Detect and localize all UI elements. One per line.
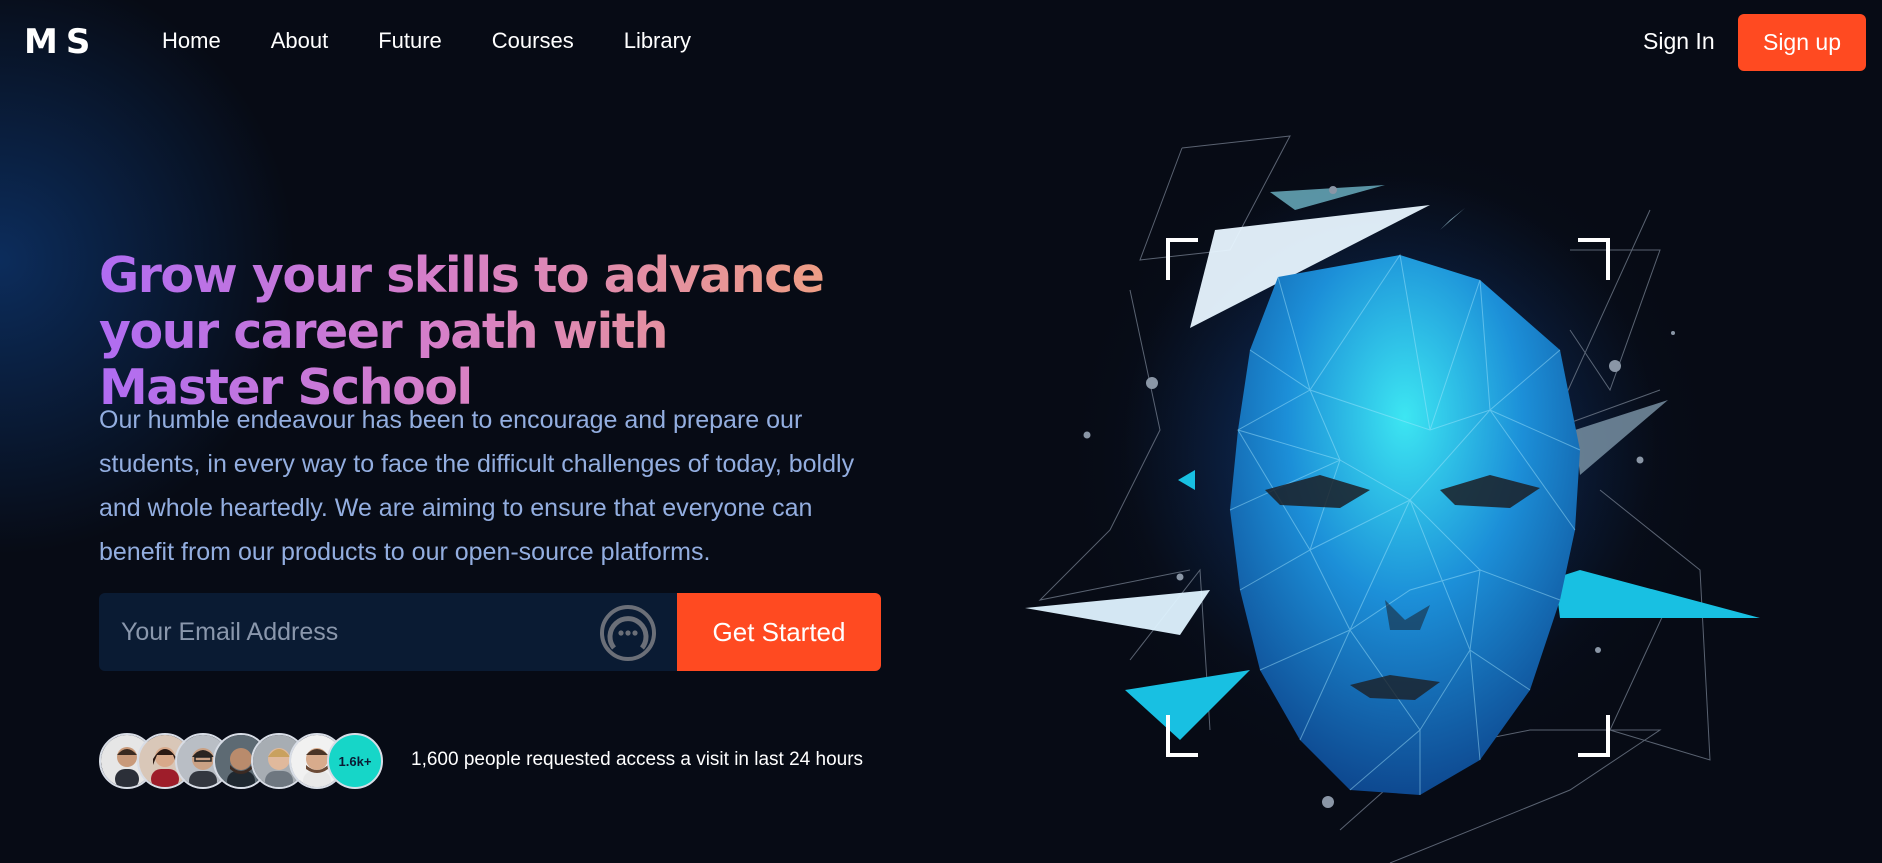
top-nav: MS Home About Future Courses Library Sig…	[0, 0, 1882, 86]
password-key-icon[interactable]	[599, 604, 657, 662]
nav-link-home[interactable]: Home	[162, 28, 221, 54]
requests-count-badge: 1.6k+	[327, 733, 383, 789]
nav-link-about[interactable]: About	[271, 28, 329, 54]
nav-link-future[interactable]: Future	[378, 28, 442, 54]
sign-up-button[interactable]: Sign up	[1738, 14, 1866, 71]
social-proof-text: 1,600 people requested access a visit in…	[411, 749, 864, 770]
polygon-face-illustration	[1025, 130, 1760, 863]
hero-headline: Grow your skills to advance your career …	[99, 248, 859, 416]
avatar-stack: 1.6k+	[99, 733, 399, 789]
sign-in-link[interactable]: Sign In	[1643, 28, 1715, 55]
nav-links: Home About Future Courses Library	[162, 28, 741, 54]
get-started-button[interactable]: Get Started	[677, 593, 881, 671]
landing-page: MS Home About Future Courses Library Sig…	[0, 0, 1882, 863]
email-input[interactable]	[99, 593, 601, 671]
email-signup-form: Get Started	[99, 593, 881, 671]
brand-logo[interactable]: MS	[24, 22, 98, 62]
nav-link-library[interactable]: Library	[624, 28, 691, 54]
hero-description: Our humble endeavour has been to encoura…	[99, 406, 855, 566]
nav-link-courses[interactable]: Courses	[492, 28, 574, 54]
